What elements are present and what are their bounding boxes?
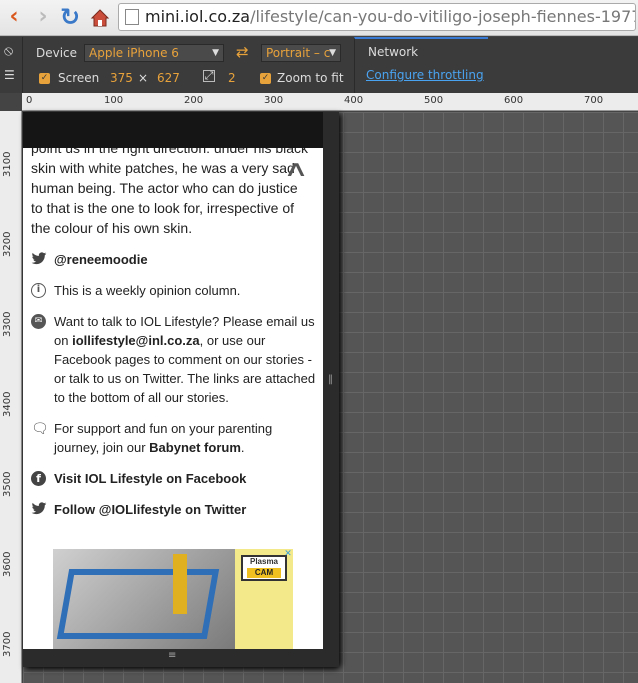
scroll-to-top-icon[interactable]: ∧ bbox=[283, 157, 309, 182]
email-address-link[interactable]: iollifestyle@inl.co.za bbox=[72, 333, 200, 348]
times-sign: × bbox=[138, 71, 149, 85]
network-panel: Network Configure throttling bbox=[354, 37, 488, 93]
email-icon: ✉ bbox=[31, 314, 46, 329]
info-icon: i bbox=[31, 283, 46, 298]
dropdown-arrow-icon: ▼ bbox=[212, 48, 219, 58]
ruler-tick: 600 bbox=[504, 95, 524, 106]
devtools-device-bar: ⦸ ☰ Device Apple iPhone 6 ▼ ⇄ Portrait –… bbox=[0, 37, 638, 93]
chat-bubbles-icon: 🗨 bbox=[31, 421, 49, 437]
back-icon[interactable]: ‹ bbox=[2, 4, 26, 30]
ruler-tick: 3400 bbox=[2, 391, 13, 417]
url-path: /lifestyle/can-you-do-vitiligo-joseph-fi… bbox=[250, 7, 636, 26]
screen-height-field[interactable]: 627 bbox=[157, 71, 180, 85]
ruler-tick: 700 bbox=[584, 95, 604, 106]
device-viewport[interactable]: point us in the right direction: under h… bbox=[23, 112, 323, 649]
babynet-forum-link[interactable]: Babynet forum bbox=[149, 440, 241, 455]
page-icon bbox=[125, 9, 139, 25]
horizontal-ruler: 0 100 200 300 400 500 600 700 bbox=[22, 93, 638, 111]
twitter-icon bbox=[31, 252, 47, 268]
ruler-tick: 200 bbox=[184, 95, 204, 106]
ad-machine-torch bbox=[173, 554, 187, 614]
zoom-to-fit-checkbox[interactable]: ✓ bbox=[260, 73, 271, 84]
ruler-tick: 3600 bbox=[2, 551, 13, 577]
dpr-field[interactable]: 2 bbox=[228, 71, 236, 85]
media-query-icon[interactable]: ☰ bbox=[4, 68, 15, 82]
advertisement[interactable]: Plasma CAM ✕ bbox=[53, 549, 293, 649]
network-label: Network bbox=[368, 45, 419, 59]
device-pixel-ratio-icon: ⤢ bbox=[203, 69, 215, 82]
divider bbox=[22, 37, 23, 93]
ruler-tick: 3700 bbox=[2, 631, 13, 657]
ruler-tick: 3100 bbox=[2, 151, 13, 177]
ruler-tick: 3300 bbox=[2, 311, 13, 337]
ad-choices-close-icon[interactable]: ✕ bbox=[283, 549, 293, 559]
browser-toolbar: ‹ › ↻ mini.iol.co.za/lifestyle/can-you-d… bbox=[0, 0, 638, 36]
ruler-tick: 3500 bbox=[2, 471, 13, 497]
article-body: point us in the right direction: under h… bbox=[31, 138, 321, 519]
configure-throttling-link[interactable]: Configure throttling bbox=[366, 68, 484, 82]
ad-image bbox=[53, 549, 235, 649]
reload-icon[interactable]: ↻ bbox=[58, 4, 82, 30]
screen-width-field[interactable]: 375 bbox=[110, 71, 133, 85]
forum-text-post: . bbox=[240, 440, 245, 455]
forward-icon[interactable]: › bbox=[31, 4, 55, 30]
url-host: mini.iol.co.za bbox=[145, 7, 251, 26]
forum-row: 🗨 For support and fun on your parenting … bbox=[31, 419, 321, 457]
email-row: ✉ Want to talk to IOL Lifestyle? Please … bbox=[31, 312, 321, 407]
orientation-select-value: Portrait – c bbox=[266, 46, 331, 60]
ruler-tick: 400 bbox=[344, 95, 364, 106]
device-label: Device bbox=[36, 46, 78, 60]
vertical-ruler: 3100 3200 3300 3400 3500 3600 3700 bbox=[0, 111, 22, 683]
dropdown-arrow-icon: ▼ bbox=[329, 48, 336, 58]
device-resize-edge-bottom[interactable] bbox=[23, 649, 339, 667]
home-icon[interactable] bbox=[88, 4, 112, 30]
twitter-icon bbox=[31, 502, 47, 518]
rotate-icon[interactable]: ⇄ bbox=[236, 43, 249, 61]
author-twitter-handle: @reneemoodie bbox=[54, 252, 148, 267]
orientation-select[interactable]: Portrait – c ▼ bbox=[261, 44, 341, 62]
twitter-link-row[interactable]: Follow @IOLlifestyle on Twitter bbox=[31, 500, 321, 519]
resize-handle-vertical-icon[interactable]: ‖ bbox=[328, 374, 333, 385]
ruler-tick: 0 bbox=[26, 95, 33, 106]
info-row: i This is a weekly opinion column. bbox=[31, 281, 321, 300]
twitter-follow-link: Follow @IOLlifestyle on Twitter bbox=[54, 502, 247, 517]
ruler-tick: 100 bbox=[104, 95, 124, 106]
author-twitter-row[interactable]: @reneemoodie bbox=[31, 250, 321, 269]
zoom-to-fit-label: Zoom to fit bbox=[277, 71, 344, 85]
ad-logo-top: Plasma bbox=[249, 557, 279, 566]
ad-machine-frame bbox=[56, 569, 220, 639]
resize-handle-horizontal-icon[interactable]: ≡ bbox=[168, 650, 176, 661]
facebook-link-row[interactable]: f Visit IOL Lifestyle on Facebook bbox=[31, 469, 321, 488]
site-header-bar bbox=[23, 112, 323, 148]
no-entry-icon[interactable]: ⦸ bbox=[4, 43, 13, 59]
ruler-tick: 300 bbox=[264, 95, 284, 106]
screen-checkbox[interactable]: ✓ bbox=[39, 73, 50, 84]
ruler-tick: 500 bbox=[424, 95, 444, 106]
ad-logo: Plasma CAM bbox=[241, 555, 287, 581]
address-bar[interactable]: mini.iol.co.za/lifestyle/can-you-do-viti… bbox=[118, 3, 636, 31]
device-select[interactable]: Apple iPhone 6 ▼ bbox=[84, 44, 224, 62]
facebook-link: Visit IOL Lifestyle on Facebook bbox=[54, 471, 247, 486]
ruler-tick: 3200 bbox=[2, 231, 13, 257]
ad-logo-bottom: CAM bbox=[247, 568, 281, 578]
info-text: This is a weekly opinion column. bbox=[54, 283, 241, 298]
device-select-value: Apple iPhone 6 bbox=[89, 46, 179, 60]
article-paragraph: point us in the right direction: under h… bbox=[31, 140, 309, 236]
facebook-icon: f bbox=[31, 471, 46, 486]
screen-label: Screen bbox=[58, 71, 100, 85]
